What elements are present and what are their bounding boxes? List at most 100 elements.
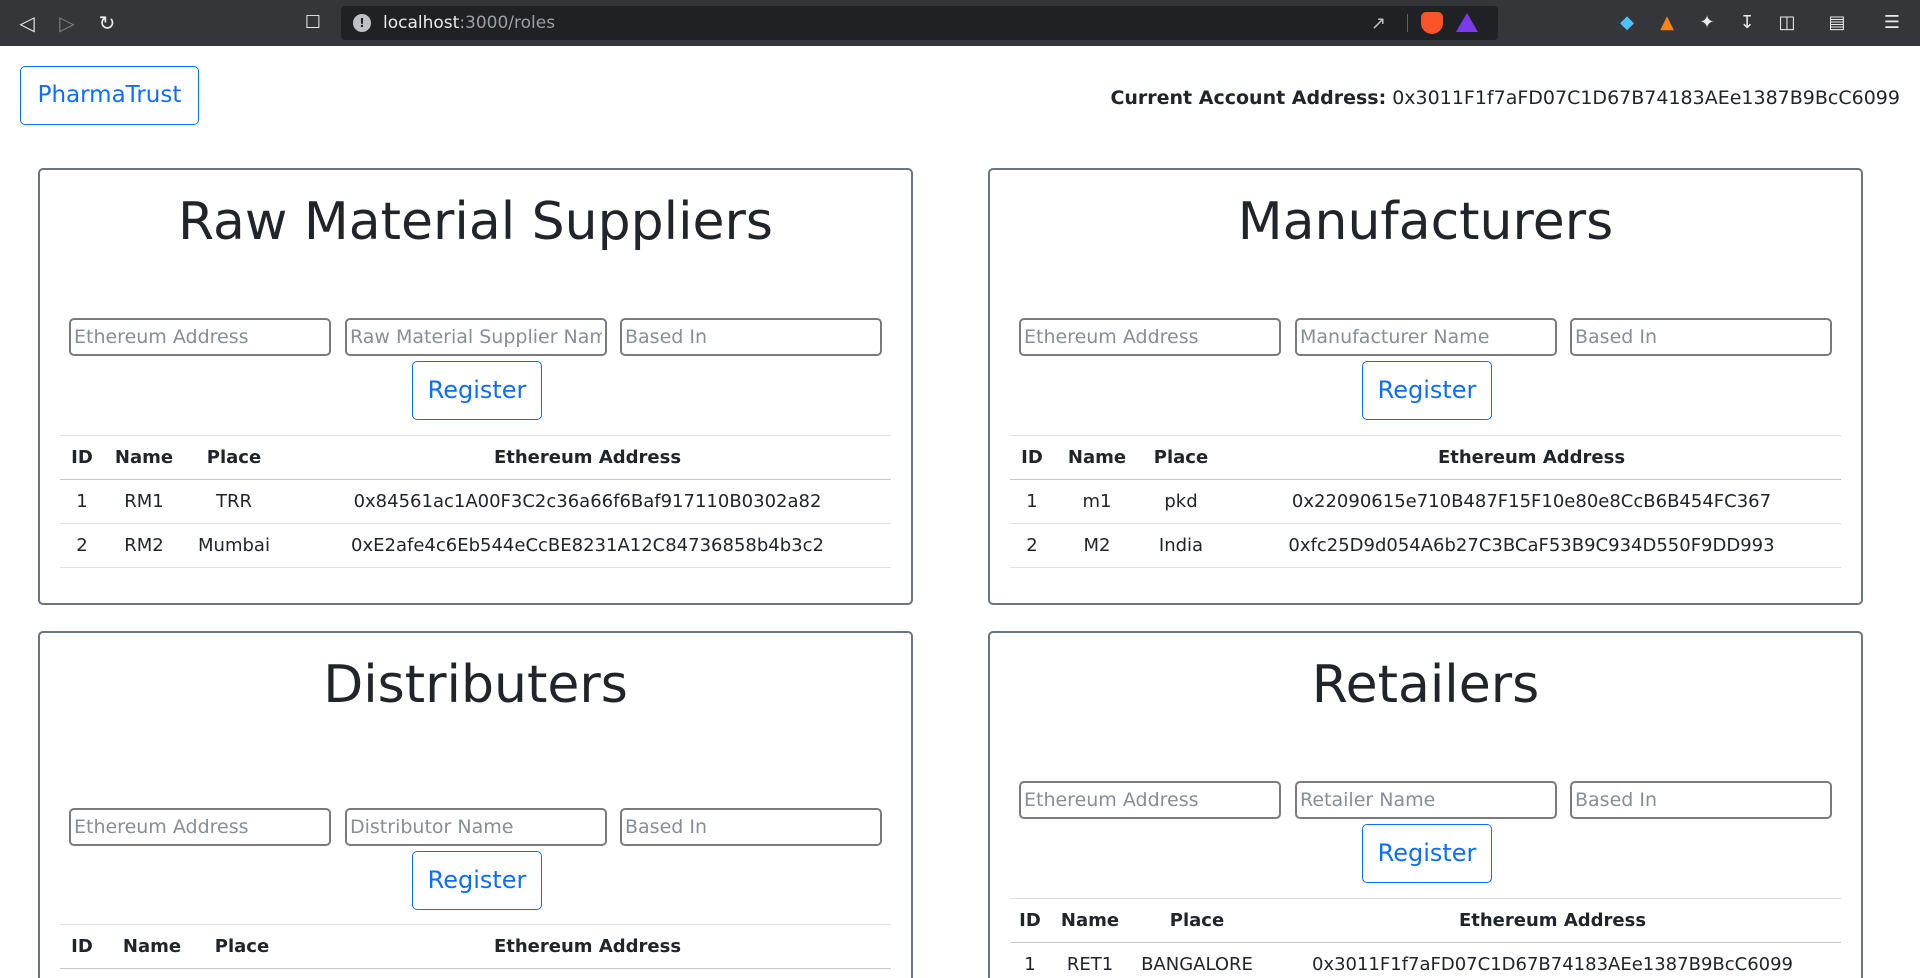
current-account: Current Account Address: 0x3011F1f7aFD07… (1110, 87, 1900, 109)
gem-extension-icon[interactable]: ◆ (1615, 11, 1639, 35)
suppliers-form (69, 318, 884, 356)
column-header: Place (1130, 898, 1264, 943)
distributers-register-button[interactable]: Register (412, 851, 542, 910)
column-header: ID (60, 435, 104, 480)
account-address: 0x3011F1f7aFD07C1D67B74183AEe1387B9BcC60… (1392, 87, 1900, 109)
column-header: ID (1010, 898, 1050, 943)
distributers-form (69, 808, 884, 846)
retailer-place-input[interactable] (1570, 781, 1832, 819)
table-row: 1 m1 pkd 0x22090615e710B487F15F10e80e8Cc… (1010, 479, 1841, 524)
manufacturer-name-input[interactable] (1295, 318, 1557, 356)
suppliers-card: Raw Material Suppliers Register ID Name … (38, 168, 913, 605)
metamask-icon[interactable]: ▲ (1655, 11, 1679, 35)
cell-place: BANGALORE (1130, 942, 1264, 978)
manufacturers-card: Manufacturers Register ID Name Place Eth… (988, 168, 1863, 605)
column-header: Ethereum Address (1222, 435, 1841, 480)
cell-place: India (1140, 523, 1222, 568)
retailers-title: Retailers (1311, 655, 1540, 715)
distributers-title: Distributers (323, 655, 628, 715)
table-header-row: ID Name Place Ethereum Address (1010, 898, 1841, 943)
download-icon[interactable]: ↧ (1735, 11, 1759, 35)
extensions-puzzle-icon[interactable]: ✦ (1695, 11, 1719, 35)
column-header: Ethereum Address (1264, 898, 1841, 943)
cell-address: 0xE2afe4c6Eb544eCcBE8231A12C84736858b4b3… (284, 523, 891, 568)
retailers-card: Retailers Register ID Name Place Ethereu… (988, 631, 1863, 978)
manufacturer-address-input[interactable] (1019, 318, 1281, 356)
cell-id: 2 (60, 523, 104, 568)
cell-address: 0x84561ac1A00F3C2c36a66f6Baf917110B0302a… (284, 479, 891, 524)
table-header-row: ID Name Place Ethereum Address (1010, 435, 1841, 480)
table-row: 1 RM1 TRR 0x84561ac1A00F3C2c36a66f6Baf91… (60, 479, 891, 524)
back-icon[interactable]: ◁ (14, 10, 40, 36)
retailer-address-input[interactable] (1019, 781, 1281, 819)
brave-rewards-icon[interactable] (1456, 13, 1478, 32)
reload-icon[interactable]: ↻ (94, 10, 120, 36)
column-header: Place (184, 435, 284, 480)
suppliers-table: ID Name Place Ethereum Address 1 RM1 TRR… (60, 435, 891, 568)
column-header: ID (60, 924, 104, 969)
manufacturers-title: Manufacturers (1237, 192, 1614, 252)
menu-icon[interactable]: ☰ (1880, 11, 1904, 35)
manufacturers-table: ID Name Place Ethereum Address 1 m1 pkd … (1010, 435, 1841, 568)
site-info-icon[interactable]: ! (353, 14, 371, 32)
cell-place: pkd (1140, 479, 1222, 524)
supplier-name-input[interactable] (345, 318, 607, 356)
cell-id: 1 (60, 479, 104, 524)
sidebar-icon[interactable]: ◫ (1775, 11, 1799, 35)
table-row: 2 M2 India 0xfc25D9d054A6b27C3BCaF53B9C9… (1010, 523, 1841, 568)
retailers-table: ID Name Place Ethereum Address 1 RET1 BA… (1010, 898, 1841, 978)
column-header: Ethereum Address (284, 435, 891, 480)
distributor-address-input[interactable] (69, 808, 331, 846)
cell-name: m1 (1054, 479, 1140, 524)
cell-name: M2 (1054, 523, 1140, 568)
suppliers-title: Raw Material Suppliers (177, 192, 774, 252)
url-text: localhost:3000/roles (383, 13, 556, 33)
browser-toolbar: ◁ ▷ ↻ ☐ ! localhost:3000/roles ↗ ◆ ▲ ✦ ↧… (0, 0, 1920, 46)
manufacturer-place-input[interactable] (1570, 318, 1832, 356)
cell-place: Mumbai (184, 523, 284, 568)
manufacturers-form (1019, 318, 1834, 356)
share-icon[interactable]: ↗ (1371, 13, 1386, 34)
cell-name: RET1 (1050, 942, 1130, 978)
manufacturers-register-button[interactable]: Register (1362, 361, 1492, 420)
table-row: 2 RM2 Mumbai 0xE2afe4c6Eb544eCcBE8231A12… (60, 523, 891, 568)
table-row: 1 RET1 BANGALORE 0x3011F1f7aFD07C1D67B74… (1010, 942, 1841, 978)
cell-name: RM2 (104, 523, 184, 568)
column-header: ID (1010, 435, 1054, 480)
column-header: Name (1054, 435, 1140, 480)
address-bar[interactable]: ! localhost:3000/roles ↗ (341, 6, 1498, 40)
distributers-card: Distributers Register ID Name Place Ethe… (38, 631, 913, 978)
distributers-table: ID Name Place Ethereum Address (60, 924, 891, 969)
column-header: Name (1050, 898, 1130, 943)
retailers-register-button[interactable]: Register (1362, 824, 1492, 883)
column-header: Name (104, 435, 184, 480)
omnibox-divider (1407, 14, 1408, 32)
distributor-place-input[interactable] (620, 808, 882, 846)
retailers-form (1019, 781, 1834, 819)
account-label: Current Account Address: (1110, 87, 1387, 109)
supplier-place-input[interactable] (620, 318, 882, 356)
cell-id: 1 (1010, 479, 1054, 524)
forward-icon[interactable]: ▷ (54, 10, 80, 36)
brave-shields-icon[interactable] (1421, 12, 1443, 34)
wallet-icon[interactable]: ▤ (1825, 11, 1849, 35)
cell-id: 1 (1010, 942, 1050, 978)
column-header: Place (200, 924, 284, 969)
retailer-name-input[interactable] (1295, 781, 1557, 819)
cell-name: RM1 (104, 479, 184, 524)
supplier-address-input[interactable] (69, 318, 331, 356)
column-header: Ethereum Address (284, 924, 891, 969)
cell-address: 0x22090615e710B487F15F10e80e8CcB6B454FC3… (1222, 479, 1841, 524)
cell-id: 2 (1010, 523, 1054, 568)
column-header: Place (1140, 435, 1222, 480)
cell-address: 0xfc25D9d054A6b27C3BCaF53B9C934D550F9DD9… (1222, 523, 1841, 568)
brand-button[interactable]: PharmaTrust (20, 66, 199, 125)
suppliers-register-button[interactable]: Register (412, 361, 542, 420)
table-header-row: ID Name Place Ethereum Address (60, 435, 891, 480)
cell-address: 0x3011F1f7aFD07C1D67B74183AEe1387B9BcC60… (1264, 942, 1841, 978)
distributor-name-input[interactable] (345, 808, 607, 846)
cell-place: TRR (184, 479, 284, 524)
bookmark-icon[interactable]: ☐ (300, 10, 326, 36)
column-header: Name (104, 924, 200, 969)
table-header-row: ID Name Place Ethereum Address (60, 924, 891, 969)
